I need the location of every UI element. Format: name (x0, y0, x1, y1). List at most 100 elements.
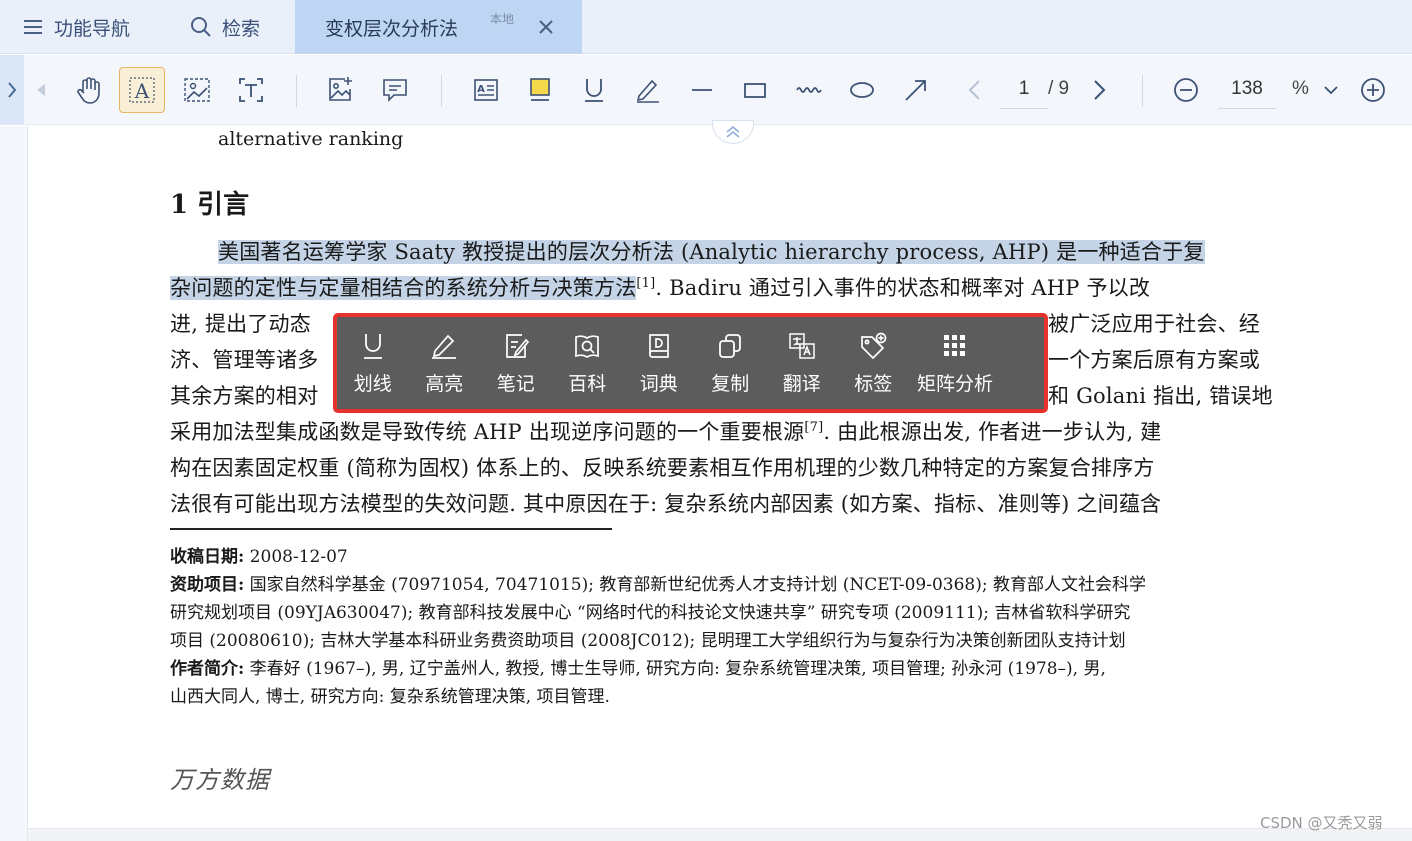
menu-item-tag[interactable]: 标签 (838, 317, 910, 409)
zoom-unit: % (1292, 78, 1309, 99)
dictionary-icon (644, 331, 674, 361)
zoom-in-button[interactable] (1350, 67, 1396, 113)
footnote-author: 作者简介: 李春好 (1967–), 男, 辽宁盖州人, 教授, 博士生导师, … (170, 654, 1106, 679)
paragraph-line: 构在因素固定权重 (简称为固权) 体系上的、反映系统要素相互作用机理的少数几种特… (170, 452, 1155, 482)
ellipse-icon (850, 82, 874, 98)
text-box-button[interactable] (228, 67, 274, 113)
image-add-icon (329, 77, 352, 101)
insert-image-button[interactable] (317, 67, 363, 113)
tab-function-navigation[interactable]: 功能导航 (22, 0, 130, 54)
text-select-button[interactable]: A (119, 67, 165, 113)
section-heading: 1 引言 (170, 190, 250, 220)
line-icon (692, 89, 712, 91)
pen-button[interactable] (625, 67, 671, 113)
text-field-icon: A (474, 79, 498, 101)
citation[interactable]: [7] (804, 420, 823, 435)
line-text: 济、管理等诸多 (170, 348, 319, 372)
zoom-in-icon (1361, 78, 1385, 102)
zoom-out-button[interactable] (1163, 67, 1209, 113)
document-viewer[interactable] (0, 120, 1412, 841)
translate-icon (787, 331, 817, 361)
paragraph-line: 杂问题的定性与定量相结合的系统分析与决策方法[1]. Badiru 通过引入事件… (170, 272, 1150, 302)
footnote-label: 资助项目: (170, 575, 245, 595)
menu-item-label: 标签 (854, 372, 893, 395)
horizontal-scrollbar[interactable] (28, 828, 1412, 841)
line-button[interactable] (679, 67, 725, 113)
next-page-button[interactable] (1077, 67, 1123, 113)
image-select-icon (184, 78, 210, 102)
chevron-right-icon (1094, 80, 1106, 100)
menu-item-label: 翻译 (782, 372, 821, 395)
toolbar-divider (296, 75, 297, 107)
menu-item-matrix-analysis[interactable]: 矩阵分析 (909, 317, 1001, 409)
paragraph-line: 法很有可能出现方法模型的失效问题. 其中原因在于: 复杂系统内部因素 (如方案、… (170, 488, 1161, 518)
page-total: / 9 (1048, 78, 1070, 99)
collapse-toolbar-button[interactable] (712, 120, 754, 144)
toolbar-scroll-left[interactable] (28, 67, 54, 113)
menu-item-note[interactable]: 笔记 (480, 317, 552, 409)
paragraph-line: 被广泛应用于社会、经 (1048, 308, 1260, 338)
selection-context-menu: 划线 高亮 笔记 百科 词典 复制 翻译 标签 矩阵分析 (333, 313, 1048, 413)
hand-tool-button[interactable] (66, 67, 112, 113)
document-tab-title: 变权层次分析法 (325, 17, 459, 40)
csdn-watermark: CSDN @又秃又弱 (1260, 814, 1383, 832)
paragraph-line: 采用加法型集成函数是导致传统 AHP 出现逆序问题的一个重要根源[7]. 由此根… (170, 416, 1161, 446)
comment-button[interactable] (372, 67, 418, 113)
document-left-gutter (0, 126, 28, 841)
rectangle-button[interactable] (732, 67, 778, 113)
pen-icon (636, 79, 659, 103)
ellipse-button[interactable] (839, 67, 885, 113)
tab-search[interactable]: 检索 (190, 0, 260, 54)
paragraph-line: 其余方案的相对 (170, 380, 318, 410)
zoom-out-icon (1174, 78, 1198, 102)
citation[interactable]: [1] (636, 276, 655, 291)
footnote-label: 作者简介: (170, 659, 245, 679)
menu-icon (22, 16, 44, 38)
svg-text:A: A (134, 79, 150, 103)
previous-page-button[interactable] (951, 67, 997, 113)
tag-icon (858, 331, 888, 361)
search-icon (190, 16, 212, 38)
chevron-down-icon (1324, 86, 1338, 95)
copy-icon (715, 331, 745, 361)
matrix-grid-icon (940, 331, 970, 361)
highlight-icon (530, 78, 550, 101)
line-text: 法很有可能出现方法模型的失效问题. 其中原因在于: 复杂系统内部因素 (如方案、… (170, 492, 1162, 516)
menu-item-encyclopedia[interactable]: 百科 (552, 317, 624, 409)
tab-bar: 功能导航 检索 变权层次分析法 本地 (0, 0, 1412, 54)
paragraph-line: 进, 提出了动态 (170, 308, 311, 338)
menu-item-label: 复制 (711, 372, 750, 395)
footnote-received: 收稿日期: 2008-12-07 (170, 542, 348, 567)
underline-button[interactable] (571, 67, 617, 113)
menu-item-label: 矩阵分析 (916, 372, 993, 395)
menu-item-label: 划线 (353, 372, 392, 395)
line-text: 采用加法型集成函数是导致传统 AHP 出现逆序问题的一个重要根源 (170, 420, 805, 444)
zoom-dropdown[interactable] (1316, 67, 1346, 113)
menu-item-highlight[interactable]: 高亮 (409, 317, 481, 409)
paragraph-line: 济、管理等诸多 (170, 344, 318, 374)
menu-item-underline[interactable]: 划线 (337, 317, 409, 409)
textbox-annotation-button[interactable]: A (463, 67, 509, 113)
hand-icon (77, 77, 100, 104)
line-text: 一个方案后原有方案或 (1048, 348, 1260, 372)
menu-item-copy[interactable]: 复制 (695, 317, 767, 409)
zoom-input[interactable]: 138 (1218, 69, 1276, 109)
menu-item-translate[interactable]: 翻译 (766, 317, 838, 409)
line-text: . Badiru 通过引入事件的状态和概率对 AHP 予以改 (655, 276, 1151, 300)
wavy-line-button[interactable] (786, 67, 832, 113)
text-frame-icon (239, 78, 263, 102)
toolbar-divider (441, 75, 442, 107)
menu-item-dictionary[interactable]: 词典 (623, 317, 695, 409)
wavy-line-icon (796, 87, 822, 93)
text-select-icon: A (129, 77, 155, 103)
underline-icon (585, 79, 603, 102)
close-icon[interactable] (535, 16, 557, 38)
area-select-button[interactable] (174, 67, 220, 113)
tab-document[interactable]: 变权层次分析法 本地 (295, 0, 582, 54)
sidebar-toggle[interactable] (0, 55, 24, 125)
arrow-button[interactable] (893, 67, 939, 113)
page-number-input[interactable]: 1 (1000, 69, 1048, 109)
highlight-button[interactable] (517, 67, 563, 113)
footnote-value: 2008-12-07 (244, 547, 348, 567)
footnote-fund: 资助项目: 国家自然科学基金 (70971054, 70471015); 教育部… (170, 570, 1146, 595)
